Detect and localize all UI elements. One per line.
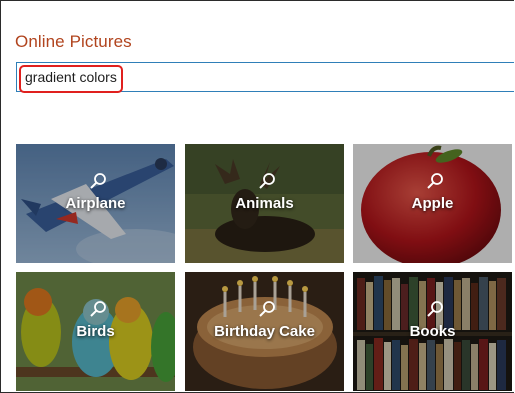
category-tile-books[interactable]: Books [353,272,512,391]
magnifier-icon [259,301,275,317]
category-tile-animals[interactable]: Animals [185,144,344,263]
category-label: Books [409,323,456,340]
category-tile-birthday-cake[interactable]: Birthday Cake [185,272,344,391]
category-label: Birds [76,323,115,340]
category-label: Animals [235,195,294,212]
magnifier-icon [427,173,443,189]
category-tile-airplane[interactable]: Airplane [16,144,175,263]
magnifier-icon [90,173,106,189]
category-tile-apple[interactable]: Apple [353,144,512,263]
category-tile-birds[interactable]: Birds [16,272,175,391]
magnifier-icon [90,301,106,317]
search-highlight-annotation [19,65,123,93]
online-pictures-dialog: Online Pictures gradient colors Airplane… [0,0,514,393]
category-label: Birthday Cake [214,323,315,340]
magnifier-icon [259,173,275,189]
category-label: Apple [411,195,454,212]
category-label: Airplane [65,195,126,212]
magnifier-icon [427,301,443,317]
dialog-title: Online Pictures [15,32,132,51]
